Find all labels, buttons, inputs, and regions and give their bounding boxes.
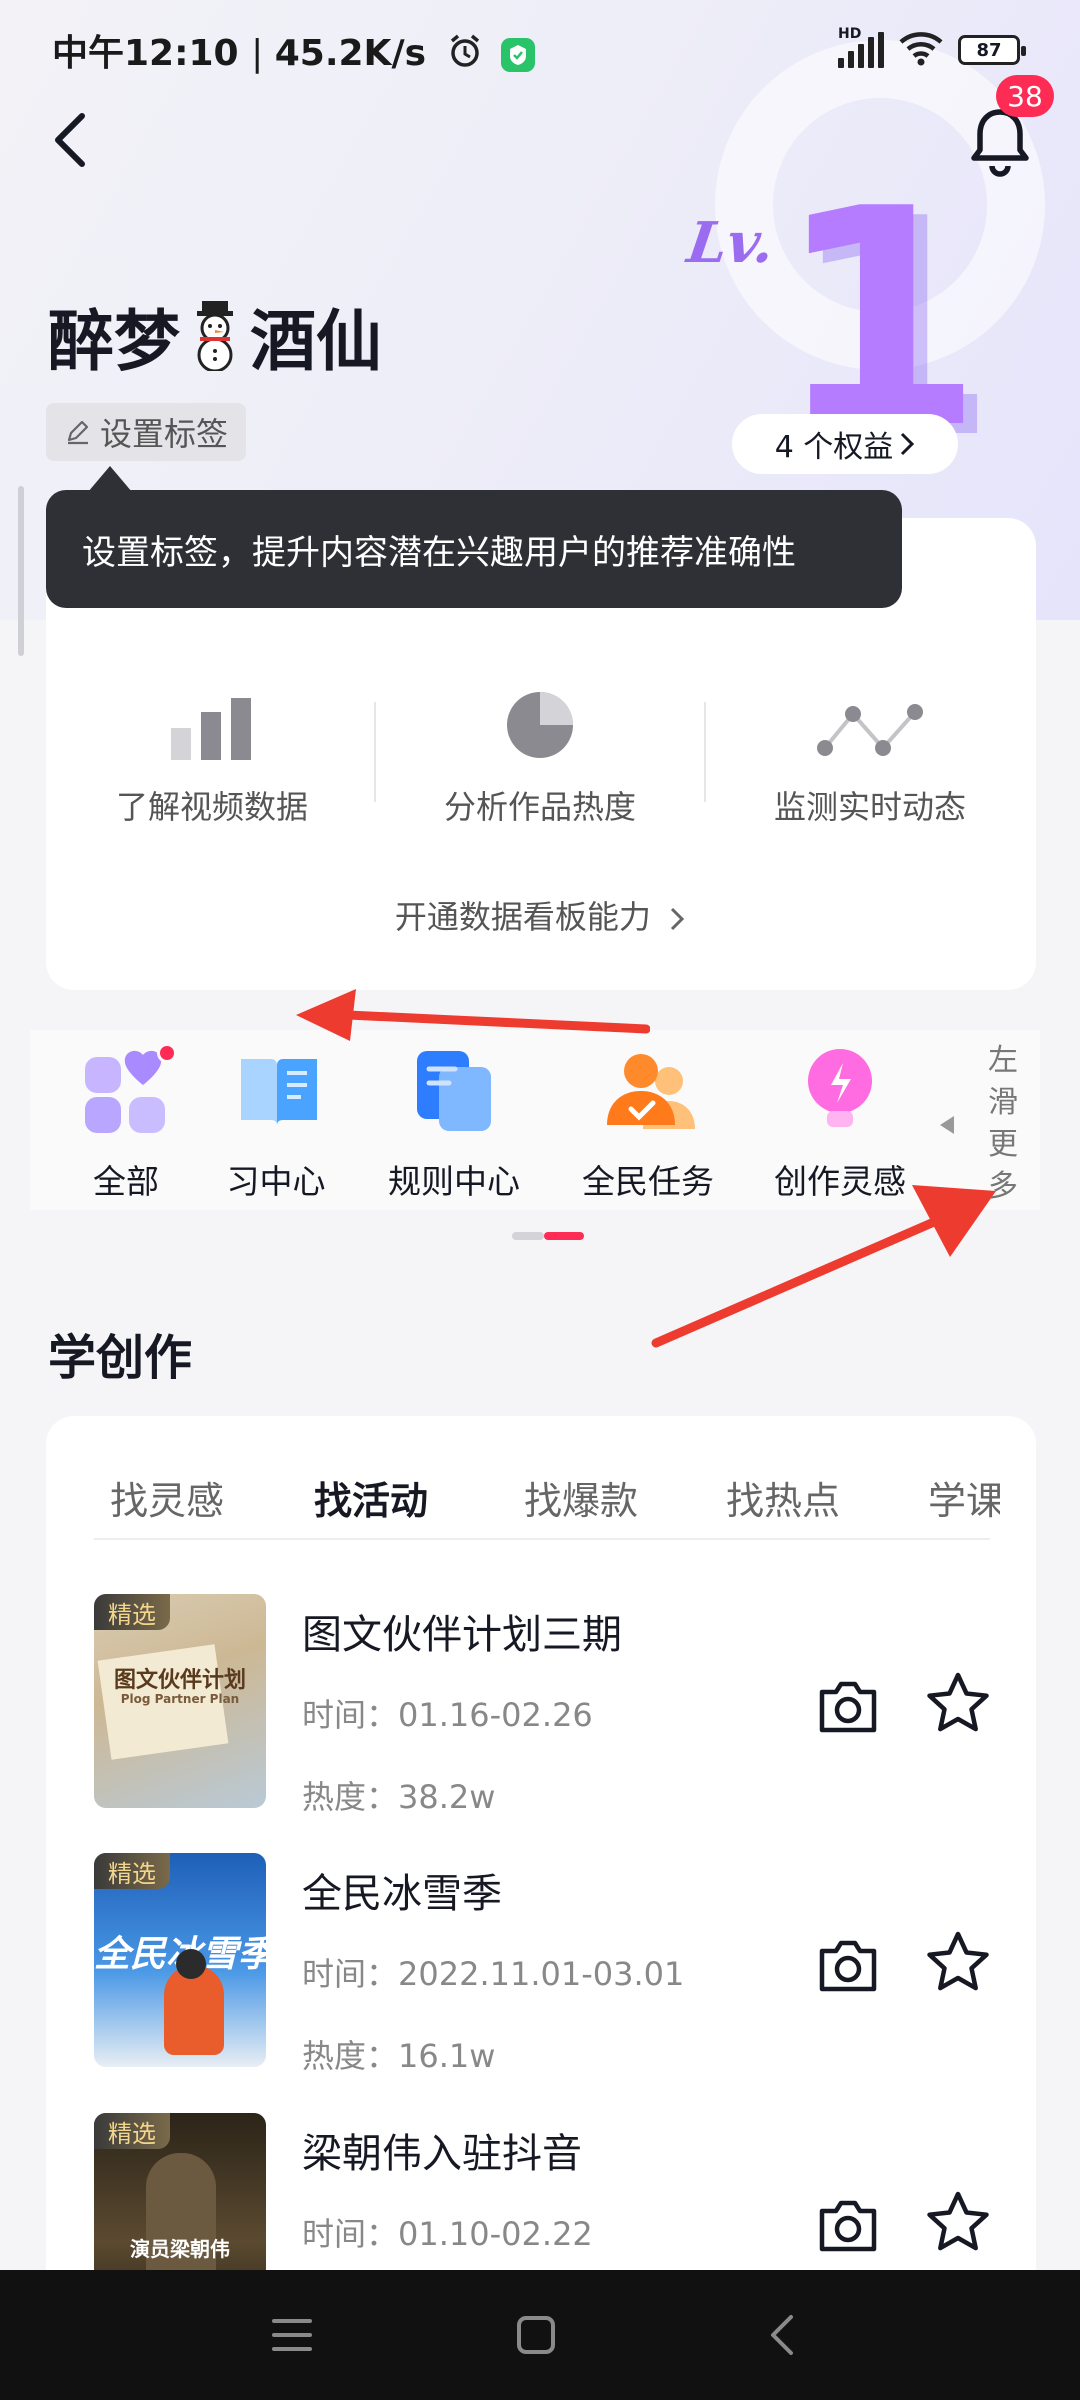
camera-icon bbox=[819, 1681, 877, 1733]
net-speed: 45.2K/s bbox=[274, 33, 427, 74]
snowman-emoji-icon bbox=[184, 301, 246, 373]
list-item[interactable]: 图文伙伴计划 Plog Partner Plan 精选 图文伙伴计划三期 时间：… bbox=[94, 1594, 994, 1816]
status-time: 中午12:10 | 45.2K/s bbox=[52, 24, 536, 78]
line-chart-icon bbox=[815, 690, 925, 760]
item-time: 时间：2022.11.01-03.01 bbox=[302, 1955, 685, 1993]
tab-hits[interactable]: 找爆款 bbox=[524, 1470, 638, 1525]
camera-button[interactable] bbox=[816, 2193, 880, 2257]
system-navigation-bar bbox=[0, 2270, 1080, 2400]
scroll-indicator bbox=[18, 486, 24, 656]
item-title: 图文伙伴计划三期 bbox=[302, 1612, 622, 1658]
feature-video-data: 了解视频数据 bbox=[47, 690, 377, 840]
feature-work-heat: 分析作品热度 bbox=[375, 690, 705, 840]
bar-chart-icon bbox=[167, 690, 257, 760]
star-icon bbox=[927, 1672, 989, 1732]
system-back-button[interactable] bbox=[742, 2300, 822, 2370]
camera-icon bbox=[819, 2200, 877, 2252]
annotation-arrow-right bbox=[651, 1185, 996, 1348]
tabs-divider bbox=[94, 1538, 990, 1540]
camera-button[interactable] bbox=[816, 1933, 880, 1997]
item-time: 时间：01.10-02.22 bbox=[302, 2215, 593, 2253]
learn-tabs: 找灵感 找活动 找爆款 找热点 学课 bbox=[110, 1470, 1000, 1540]
item-heat: 热度：38.2w bbox=[302, 1778, 496, 1816]
item-thumbnail: 图文伙伴计划 Plog Partner Plan 精选 bbox=[94, 1594, 266, 1808]
set-tag-button[interactable]: 设置标签 bbox=[46, 403, 247, 461]
menu-icon bbox=[272, 2319, 312, 2351]
open-dashboard-link[interactable]: 开通数据看板能力 bbox=[0, 892, 1080, 938]
featured-badge: 精选 bbox=[94, 2113, 170, 2149]
pie-chart-icon bbox=[505, 690, 575, 760]
apps-grid-icon bbox=[81, 1043, 177, 1135]
creator-center-page: 中午12:10 | 45.2K/s HD 87 38 Lv. 1 醉梦 酒仙 设… bbox=[0, 0, 1080, 2400]
app-notification-icon bbox=[501, 38, 536, 72]
item-title: 全民冰雪季 bbox=[302, 1871, 502, 1917]
chevron-right-icon bbox=[901, 432, 915, 456]
favorite-button[interactable] bbox=[924, 1670, 992, 1738]
pencil-icon bbox=[67, 420, 89, 445]
signal-icon: HD bbox=[838, 26, 884, 68]
back-button[interactable] bbox=[40, 105, 100, 175]
shortcut-learning-center[interactable]: 习中心 bbox=[181, 1045, 371, 1203]
set-tag-tooltip: 设置标签，提升内容潜在兴趣用户的推荐准确性 bbox=[46, 490, 902, 608]
status-bar: 中午12:10 | 45.2K/s HD 87 bbox=[0, 0, 1080, 100]
notification-dot bbox=[157, 1043, 177, 1063]
people-icon bbox=[603, 1045, 695, 1135]
benefits-button[interactable]: 4 个权益 bbox=[732, 414, 958, 474]
tooltip-arrow bbox=[88, 466, 132, 492]
tab-inspiration[interactable]: 找灵感 bbox=[110, 1470, 314, 1540]
home-square-icon bbox=[517, 2316, 555, 2354]
annotation-arrow-left bbox=[296, 989, 650, 1041]
camera-icon bbox=[819, 1940, 877, 1992]
star-icon bbox=[927, 2191, 989, 2251]
favorite-button[interactable] bbox=[924, 1929, 992, 1997]
section-title: 学创作 bbox=[48, 1330, 193, 1386]
camera-button[interactable] bbox=[816, 1674, 880, 1738]
featured-badge: 精选 bbox=[94, 1853, 170, 1889]
item-heat: 热度：16.1w bbox=[302, 2037, 496, 2075]
page-indicator bbox=[512, 1232, 584, 1240]
favorite-button[interactable] bbox=[924, 2189, 992, 2257]
status-icons: HD 87 bbox=[838, 26, 1026, 70]
wifi-icon bbox=[898, 30, 944, 70]
tab-hotspots[interactable]: 找热点 bbox=[726, 1470, 840, 1525]
lightbulb-icon bbox=[795, 1045, 885, 1135]
item-thumbnail: 全民冰雪季 精选 bbox=[94, 1853, 266, 2067]
featured-badge: 精选 bbox=[94, 1594, 170, 1630]
book-icon bbox=[231, 1045, 321, 1135]
document-icon bbox=[409, 1045, 499, 1135]
item-time: 时间：01.16-02.26 bbox=[302, 1696, 593, 1734]
notification-badge: 38 bbox=[996, 75, 1054, 117]
star-icon bbox=[927, 1931, 989, 1991]
chevron-left-icon bbox=[55, 113, 85, 167]
alarm-icon bbox=[447, 33, 483, 78]
home-button[interactable] bbox=[496, 2300, 576, 2370]
list-item[interactable]: 全民冰雪季 精选 全民冰雪季 时间：2022.11.01-03.01 热度：16… bbox=[94, 1853, 994, 2075]
feature-realtime: 监测实时动态 bbox=[705, 690, 1035, 840]
chevron-right-icon bbox=[671, 907, 685, 931]
battery-icon: 87 bbox=[958, 35, 1026, 65]
item-title: 梁朝伟入驻抖音 bbox=[302, 2131, 582, 2177]
swipe-left-icon bbox=[940, 1116, 954, 1134]
tab-courses[interactable]: 学课 bbox=[928, 1470, 1000, 1525]
username: 醉梦 酒仙 bbox=[48, 301, 382, 380]
menu-button[interactable] bbox=[252, 2300, 332, 2370]
shortcut-rules-center[interactable]: 规则中心 bbox=[359, 1045, 549, 1203]
level-prefix: Lv. bbox=[683, 210, 779, 276]
back-triangle-icon bbox=[771, 2315, 793, 2355]
